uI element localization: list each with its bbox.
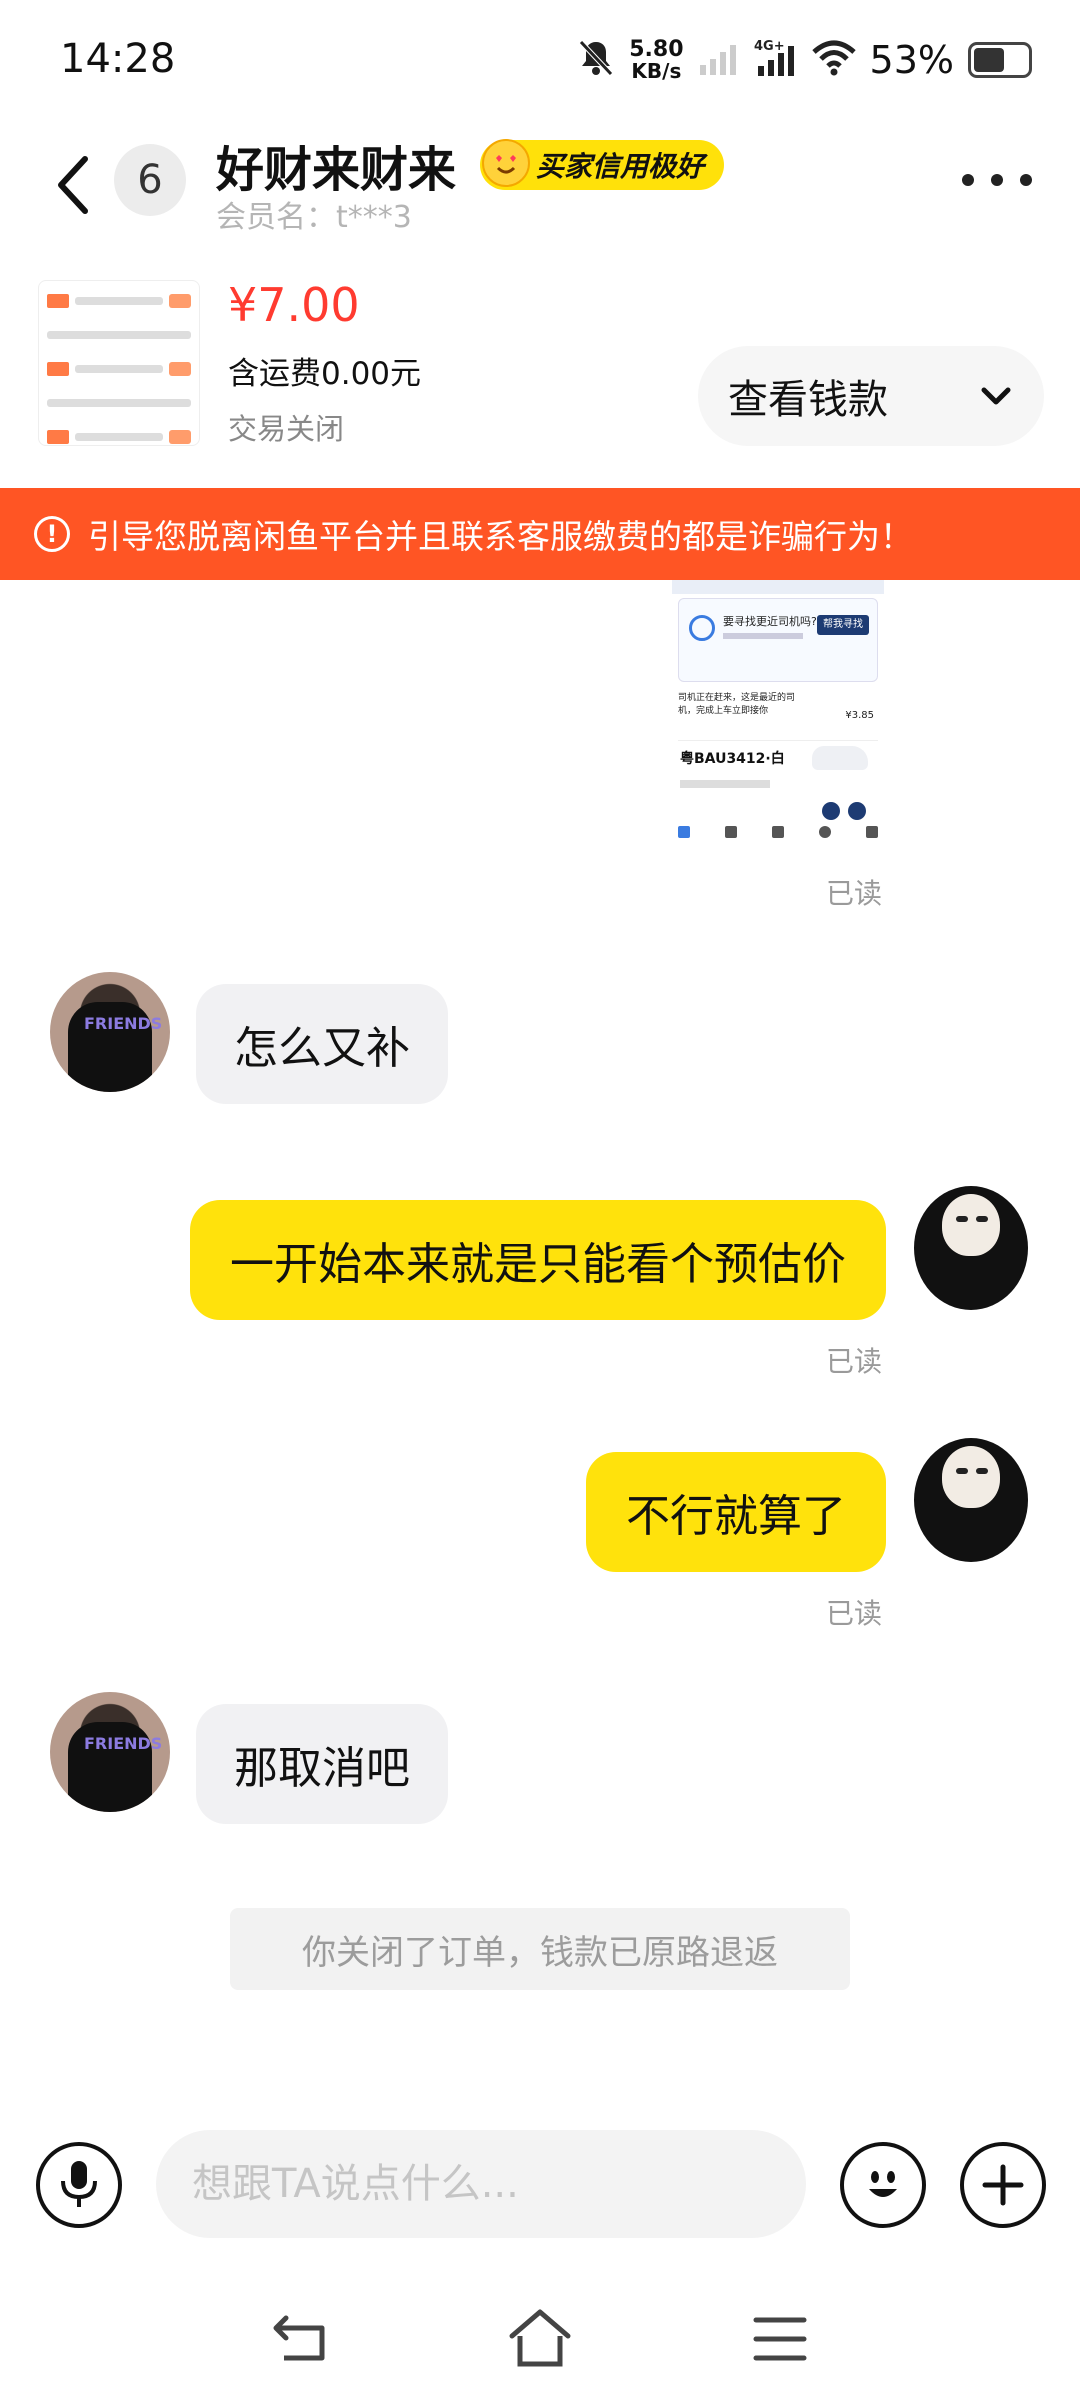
system-notice: 你关闭了订单，钱款已原路退返 [230,1908,850,1990]
signal-weak-icon [698,41,738,79]
read-receipt: 已读 [826,877,883,910]
dot-icon [991,174,1003,186]
peer-name[interactable]: 好财来财来 [216,130,456,200]
product-price: ¥7.00 [228,278,360,332]
dot-icon [962,174,974,186]
unread-count-badge[interactable]: 6 [114,144,186,216]
fraud-warning-banner: ! 引导您脱离闲鱼平台并且联系客服缴费的都是诈骗行为！ [0,488,1080,580]
read-receipt: 已读 [826,1597,883,1630]
view-money-label: 查看钱款 [728,377,888,423]
more-actions-button[interactable] [960,2142,1046,2228]
message-bubble-peer[interactable]: 那取消吧 [196,1704,448,1824]
my-avatar[interactable] [914,1186,1028,1310]
emoji-button[interactable] [840,2142,926,2228]
message-text: 一开始本来就是只能看个预估价 [230,1239,846,1290]
battery-percent: 53% [869,38,954,82]
svg-text:4G+: 4G+ [754,39,785,54]
signal-4g-icon: 4G+ [752,38,798,82]
plus-icon [982,2164,1024,2206]
status-bar: 14:28 5.80 KB/s 4G+ 53% [0,0,1080,120]
net-speed-unit: KB/s [631,59,682,83]
read-receipt: 已读 [826,1345,883,1378]
shared-image-search-title: 要寻找更近司机吗? [723,615,817,628]
battery-icon [968,42,1032,78]
view-money-button[interactable]: 查看钱款 [698,346,1044,446]
shared-image-driver-note: 司机正在赶来，这是最近的司机，完成上车立即接你 [678,693,796,716]
back-button[interactable] [48,150,98,220]
trade-status: 交易关闭 [228,412,345,446]
warning-text: 引导您脱离闲鱼平台并且联系客服缴费的都是诈骗行为！ [88,517,913,556]
product-thumbnail[interactable] [38,280,200,446]
shared-image-search-button: 帮我寻找 [817,615,869,635]
message-bubble-me[interactable]: 不行就算了 [586,1452,886,1572]
status-time: 14:28 [60,36,176,82]
member-name: 会员名：t***3 [216,200,412,235]
my-avatar[interactable] [914,1438,1028,1562]
heart-eyes-emoji-icon [482,139,530,187]
nav-back-button[interactable] [270,2310,330,2370]
more-options-button[interactable] [962,160,1032,200]
wifi-icon [811,40,856,80]
message-bubble-peer[interactable]: 怎么又补 [196,984,448,1104]
net-speed: 5.80 KB/s [629,37,684,83]
back-arrow-icon [58,156,88,214]
message-text: 不行就算了 [626,1491,846,1542]
menu-icon [753,2317,807,2361]
smiley-icon [869,2171,897,2197]
mute-icon [577,38,615,82]
nav-home-button[interactable] [508,2306,572,2370]
message-text: 那取消吧 [234,1743,410,1794]
nav-recents-button[interactable] [752,2314,808,2364]
dot-icon [1020,174,1032,186]
home-icon [509,2309,571,2367]
peer-avatar[interactable]: FRIENDS [50,972,170,1092]
nav-back-icon [273,2315,325,2361]
chevron-down-icon [981,387,1011,405]
voice-input-button[interactable] [36,2142,122,2228]
status-icons: 5.80 KB/s 4G+ 53% [577,30,1032,90]
peer-avatar[interactable]: FRIENDS [50,1692,170,1812]
message-bubble-me[interactable]: 一开始本来就是只能看个预估价 [190,1200,886,1320]
message-input[interactable] [156,2130,806,2238]
shared-image-price: ¥3.85 [845,710,874,721]
warning-icon: ! [34,516,70,552]
shared-image[interactable]: 要寻找更近司机吗? 帮我寻找 司机正在赶来，这是最近的司机，完成上车立即接你 ¥… [672,580,884,850]
shipping-info: 含运费0.00元 [228,356,422,392]
message-text: 怎么又补 [234,1023,410,1074]
net-speed-value: 5.80 [629,37,684,62]
microphone-icon [61,2161,97,2207]
